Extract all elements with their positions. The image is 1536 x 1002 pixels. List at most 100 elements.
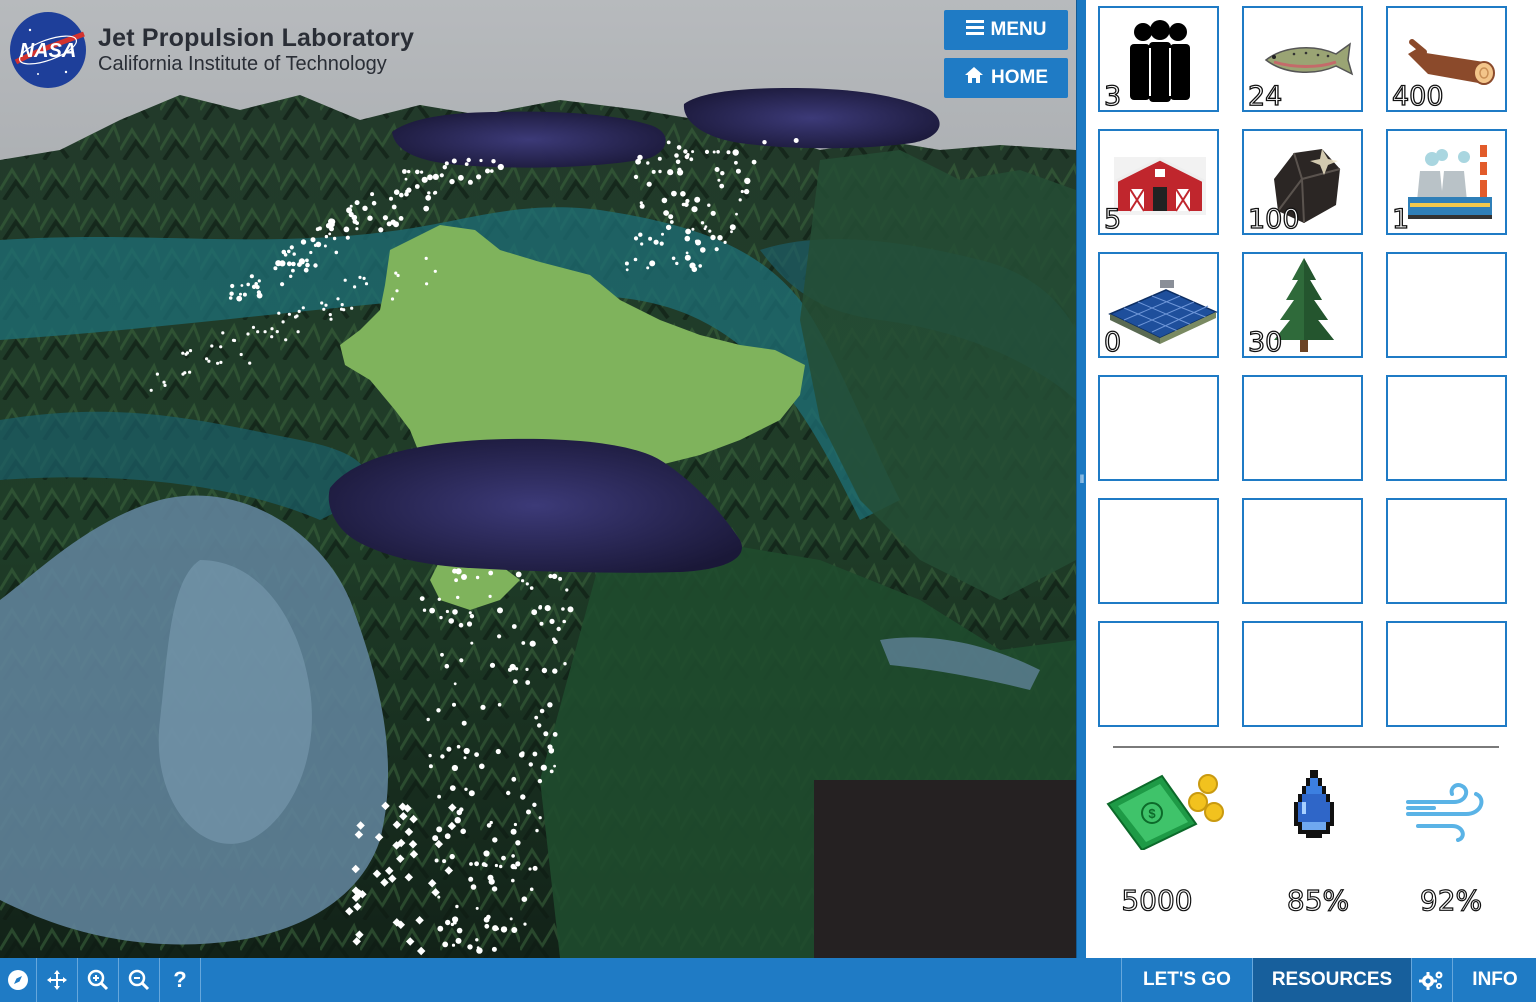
snow-particle <box>637 154 643 161</box>
snow-particle <box>402 169 407 174</box>
resource-slot-empty[interactable] <box>1386 252 1507 358</box>
resource-slot-empty[interactable] <box>1098 621 1219 727</box>
snow-particle <box>469 614 475 619</box>
snow-particle <box>469 862 473 866</box>
pan-button[interactable] <box>37 958 78 1002</box>
snow-particle <box>414 184 420 189</box>
snow-particle <box>714 247 719 252</box>
gears-icon <box>1419 971 1443 990</box>
snow-particle <box>188 349 193 353</box>
resource-slot-empty[interactable] <box>1386 621 1507 727</box>
resource-slot-empty[interactable] <box>1242 375 1363 481</box>
snow-particle <box>470 641 474 645</box>
menu-button[interactable]: MENU <box>944 10 1068 50</box>
snow-particle <box>651 169 656 174</box>
snow-particle <box>453 682 457 686</box>
snow-particle <box>440 754 445 759</box>
money-icon: $ <box>1106 774 1224 850</box>
terrain-viewport[interactable]: NASA Jet Propulsion Laboratory Californi… <box>0 0 1076 958</box>
settings-button[interactable] <box>1411 958 1452 1002</box>
snow-particle <box>458 622 464 628</box>
snow-particle <box>638 232 643 237</box>
resource-slot-empty[interactable] <box>1386 375 1507 481</box>
snow-particle <box>712 150 716 154</box>
snow-particle <box>444 663 450 669</box>
snow-particle <box>658 169 662 174</box>
snow-particle <box>444 161 449 166</box>
snow-particle <box>494 863 498 868</box>
snow-particle <box>433 269 437 273</box>
resource-slot-solar[interactable]: 0 <box>1098 252 1219 358</box>
snow-particle <box>393 189 400 195</box>
snow-particle <box>420 170 424 174</box>
snow-particle <box>497 607 503 614</box>
snow-particle <box>689 157 694 162</box>
snow-particle <box>355 227 359 231</box>
snow-particle <box>451 764 458 772</box>
snow-particle <box>537 723 542 728</box>
help-button[interactable]: ? <box>160 958 201 1002</box>
resource-slot-empty[interactable] <box>1386 498 1507 604</box>
snow-particle <box>624 261 629 266</box>
snow-particle <box>735 212 738 216</box>
snow-particle <box>529 887 534 892</box>
snow-particle <box>661 232 664 236</box>
compass-icon <box>8 970 28 990</box>
resource-slot-empty[interactable] <box>1098 498 1219 604</box>
snow-particle <box>551 573 558 579</box>
snow-particle <box>436 708 441 713</box>
compass-button[interactable] <box>0 958 37 1002</box>
snow-particle <box>466 157 471 163</box>
snow-particle <box>668 214 674 220</box>
lets-go-button[interactable]: LET'S GO <box>1121 958 1252 1002</box>
resources-tab[interactable]: RESOURCES <box>1252 958 1411 1002</box>
snow-particle <box>448 618 455 624</box>
resource-slot-coal[interactable]: 100 <box>1242 129 1363 235</box>
snow-particle <box>422 608 427 612</box>
zoom-in-button[interactable] <box>78 958 119 1002</box>
snow-particle <box>334 250 339 255</box>
snow-particle <box>317 226 322 231</box>
home-button[interactable]: HOME <box>944 58 1068 98</box>
snow-particle <box>437 925 444 932</box>
snow-particle <box>511 854 515 858</box>
snow-particle <box>565 588 569 592</box>
snow-particle <box>671 190 677 197</box>
snow-particle <box>442 165 447 170</box>
snow-particle <box>633 236 639 241</box>
resource-slot-lumber[interactable]: 400 <box>1386 6 1507 112</box>
resource-slot-power-plants[interactable]: 1 <box>1386 129 1507 235</box>
snow-particle <box>529 640 536 647</box>
resource-slot-empty[interactable] <box>1242 498 1363 604</box>
resource-slot-empty[interactable] <box>1242 621 1363 727</box>
snow-particle <box>322 307 326 311</box>
snow-particle <box>289 274 293 278</box>
jpl-logo[interactable]: NASA Jet Propulsion Laboratory Californi… <box>8 10 414 90</box>
snow-particle <box>313 243 318 247</box>
resource-slot-fish[interactable]: 24 <box>1242 6 1363 112</box>
resource-slot-farms[interactable]: 5 <box>1098 129 1219 235</box>
snow-particle <box>676 145 682 150</box>
snow-particle <box>475 906 479 910</box>
resource-slot-people[interactable]: 3 <box>1098 6 1219 112</box>
snow-particle <box>428 764 433 769</box>
snow-particle <box>300 239 307 245</box>
info-button[interactable]: INFO <box>1452 958 1536 1002</box>
snow-particle <box>293 315 298 319</box>
coal-count: 100 <box>1247 204 1300 235</box>
snow-particle <box>242 292 247 297</box>
snow-particle <box>305 262 310 268</box>
snow-particle <box>298 258 305 265</box>
snow-particle <box>427 191 431 195</box>
snow-particle <box>474 752 479 757</box>
snow-particle <box>683 149 688 154</box>
resource-slot-trees[interactable]: 30 <box>1242 252 1363 358</box>
snow-particle <box>270 335 274 339</box>
resource-slot-empty[interactable] <box>1098 375 1219 481</box>
zoom-out-button[interactable] <box>119 958 160 1002</box>
fish-count: 24 <box>1247 81 1283 112</box>
snow-particle <box>221 331 225 335</box>
snow-particle <box>309 250 313 255</box>
zoom-out-icon <box>128 969 150 991</box>
snow-particle <box>738 198 742 202</box>
